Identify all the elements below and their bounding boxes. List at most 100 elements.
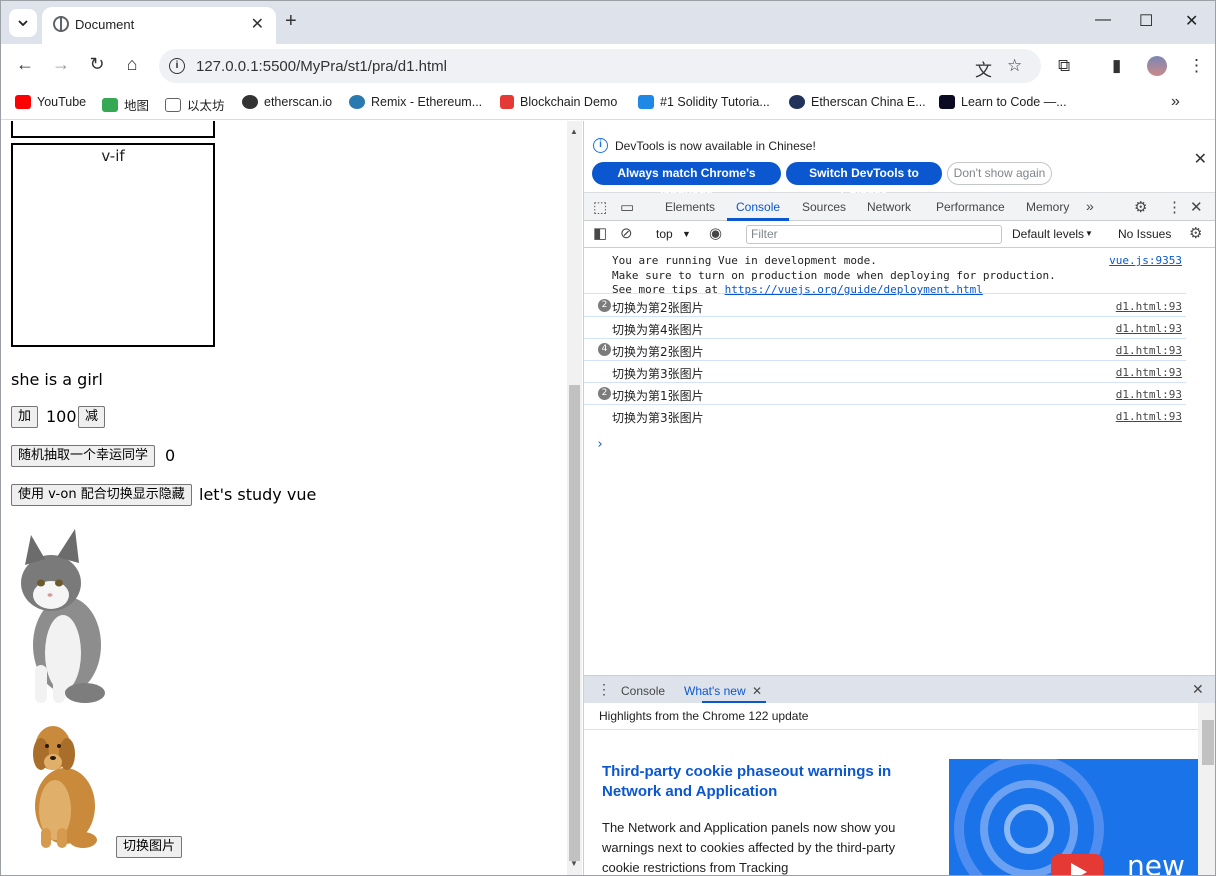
site-info-icon[interactable]: i [169, 58, 185, 74]
console-log-row: 切换为第3张图片 d1.html:93 [584, 361, 1186, 383]
infobar-close-icon[interactable]: ✕ [1194, 149, 1207, 169]
tab-console[interactable]: Console [736, 200, 780, 214]
page-scrollbar[interactable]: ▲ ▼ [567, 121, 582, 875]
url-text[interactable]: 127.0.0.1:5500/MyPra/st1/pra/d1.html [196, 58, 447, 75]
bookmark-folder-ethereum[interactable]: 以太坊 [165, 95, 225, 114]
dog-image [33, 726, 97, 848]
device-toolbar-icon[interactable]: ▭ [620, 198, 634, 216]
close-icon[interactable]: ✕ [251, 14, 264, 34]
tab-elements[interactable]: Elements [665, 200, 715, 214]
console-prompt-chevron-icon[interactable]: › [596, 437, 604, 452]
source-link[interactable]: d1.html:93 [1116, 344, 1182, 357]
settings-gear-icon[interactable]: ⚙ [1134, 198, 1147, 216]
dont-show-again-button[interactable]: Don't show again [947, 162, 1052, 185]
home-button[interactable]: ⌂ [120, 54, 144, 75]
tab-sources[interactable]: Sources [802, 200, 846, 214]
forward-button[interactable]: → [49, 54, 73, 75]
vif-label: v-if [101, 147, 125, 165]
whats-new-scrollbar[interactable] [1198, 703, 1215, 875]
infobar-message: DevTools is now available in Chinese! [615, 139, 816, 153]
drawer-tab-whats-new[interactable]: What's new [684, 684, 746, 698]
console-filter-input[interactable]: Filter [746, 225, 1002, 244]
side-panel-icon[interactable]: ▮ [1112, 56, 1121, 76]
bookmark-freecodecamp[interactable]: Learn to Code —... [939, 95, 1067, 109]
browser-toolbar: ← → ↻ ⌂ i 127.0.0.1:5500/MyPra/st1/pra/d… [1, 44, 1215, 88]
bookmark-youtube[interactable]: YouTube [15, 95, 86, 109]
whats-new-banner-image: new [949, 759, 1199, 875]
scrollbar-thumb[interactable] [569, 385, 580, 861]
live-expression-eye-icon[interactable]: ◉ [709, 224, 722, 242]
issues-counter[interactable]: No Issues [1118, 227, 1171, 241]
vue-dev-message: You are running Vue in development mode.… [612, 254, 1056, 296]
source-link[interactable]: d1.html:93 [1116, 388, 1182, 401]
drawer-tab-console[interactable]: Console [621, 684, 665, 698]
sidebar-toggle-icon[interactable]: ◧ [593, 224, 607, 242]
reload-button[interactable]: ↻ [85, 54, 109, 75]
switch-to-chinese-button[interactable]: Switch DevTools to Chinese [786, 162, 942, 201]
toggle-show-button[interactable]: 使用 v-on 配合切换显示隐藏 [11, 484, 192, 506]
source-link[interactable]: d1.html:93 [1116, 366, 1182, 379]
back-button[interactable]: ← [13, 54, 37, 75]
bookmark-solidity[interactable]: #1 Solidity Tutoria... [638, 95, 770, 109]
bookmark-etherscan[interactable]: etherscan.io [242, 95, 332, 109]
address-bar[interactable]: i 127.0.0.1:5500/MyPra/st1/pra/d1.html 文… [159, 49, 1041, 83]
tab-memory[interactable]: Memory [1026, 200, 1069, 214]
tab-document[interactable]: Document ✕ [42, 7, 276, 44]
language-infobar: i DevTools is now available in Chinese! … [584, 121, 1215, 201]
console-log-row: 2 切换为第1张图片 d1.html:93 [584, 383, 1186, 405]
drawer-close-icon[interactable]: ✕ [1192, 681, 1204, 698]
tab-network[interactable]: Network [867, 200, 911, 214]
log-levels-dropdown[interactable]: Default levels [1012, 227, 1084, 241]
switch-image-button[interactable]: 切换图片 [116, 836, 183, 858]
divider [584, 729, 1198, 730]
folder-icon [165, 97, 181, 112]
always-match-language-button[interactable]: Always match Chrome's language [592, 162, 781, 201]
profile-avatar[interactable] [1147, 56, 1167, 76]
clear-console-icon[interactable]: ⊘ [620, 224, 633, 242]
solidity-icon [638, 95, 654, 109]
tab-performance[interactable]: Performance [936, 200, 1005, 214]
source-link[interactable]: d1.html:93 [1116, 300, 1182, 313]
vue-source-link[interactable]: vue.js:9353 [1109, 254, 1182, 267]
random-pick-button[interactable]: 随机抽取一个幸运同学 [11, 445, 156, 467]
context-selector[interactable]: top [656, 227, 673, 241]
tab-search-button[interactable] [9, 9, 37, 37]
bookmark-etherscan-china[interactable]: Etherscan China E... [789, 95, 926, 109]
drawer-menu-icon[interactable]: ⋮ [597, 681, 611, 698]
source-link[interactable]: d1.html:93 [1116, 322, 1182, 335]
whats-new-close-icon[interactable]: ✕ [752, 684, 762, 698]
maps-icon [102, 97, 118, 112]
scroll-up-arrow-icon[interactable]: ▲ [570, 127, 578, 136]
maximize-button[interactable]: ☐ [1139, 11, 1153, 31]
bookmark-remix[interactable]: Remix - Ethereum... [349, 95, 482, 109]
bookmarks-overflow-icon[interactable]: » [1171, 93, 1180, 111]
context-dropdown-icon[interactable]: ▼ [682, 229, 691, 239]
translate-icon[interactable]: 文 [975, 56, 992, 81]
whats-new-article-title[interactable]: Third-party cookie phaseout warnings in … [602, 762, 922, 802]
source-link[interactable]: d1.html:93 [1116, 410, 1182, 423]
levels-dropdown-icon[interactable]: ▼ [1085, 229, 1093, 238]
devtools-menu-icon[interactable]: ⋮ [1167, 198, 1182, 216]
console-log-row: 4 切换为第2张图片 d1.html:93 [584, 339, 1186, 361]
subtract-button[interactable]: 减 [78, 406, 106, 428]
bookmarks-bar: YouTube 地图 以太坊 etherscan.io Remix - Ethe… [1, 88, 1215, 120]
menu-kebab-icon[interactable]: ⋮ [1188, 56, 1205, 76]
star-icon[interactable]: ☆ [1007, 56, 1022, 76]
minimize-button[interactable]: — [1095, 11, 1111, 29]
more-tabs-icon[interactable]: » [1086, 198, 1094, 214]
new-tab-button[interactable]: + [285, 10, 297, 33]
console-log-row: 切换为第4张图片 d1.html:93 [584, 317, 1186, 339]
bookmark-maps[interactable]: 地图 [102, 95, 149, 114]
close-window-button[interactable]: ✕ [1185, 11, 1198, 31]
console-settings-icon[interactable]: ⚙ [1189, 224, 1202, 242]
whats-new-panel: Highlights from the Chrome 122 update Th… [584, 703, 1215, 875]
add-button[interactable]: 加 [11, 406, 39, 428]
inspect-element-icon[interactable]: ⬚ [593, 198, 607, 216]
scroll-down-arrow-icon[interactable]: ▼ [570, 859, 578, 868]
bookmark-blockchain-demo[interactable]: Blockchain Demo [500, 95, 617, 109]
devtools-close-icon[interactable]: ✕ [1190, 198, 1203, 216]
browser-window: Document ✕ + — ☐ ✕ ← → ↻ ⌂ i 127.0.0.1:5… [0, 0, 1216, 876]
extensions-icon[interactable]: ⧉ [1058, 56, 1070, 76]
chevron-down-icon [18, 20, 28, 26]
scrollbar-thumb[interactable] [1202, 720, 1214, 765]
